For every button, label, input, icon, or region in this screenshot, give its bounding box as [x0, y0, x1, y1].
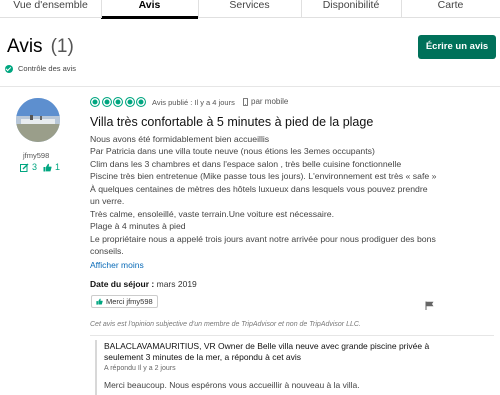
stay-date-label: Date du séjour :: [90, 279, 155, 289]
tab-services[interactable]: Services: [198, 0, 301, 18]
response-indent-bar: [95, 340, 97, 395]
review-text-line: Plage à 4 minutes à pied: [90, 221, 186, 231]
avatar-photo: [16, 98, 60, 142]
thank-reviewer-button[interactable]: Merci jfmy598: [91, 295, 158, 308]
response-title-line: seulement 3 minutes de la mer, a répondu…: [104, 352, 302, 362]
rating-bubble: [113, 97, 123, 107]
thumbs-up-icon: [43, 163, 52, 171]
review-count: (1): [50, 36, 74, 57]
tab-separator: [301, 0, 302, 18]
tab-separator: [198, 0, 199, 18]
stay-date-value: mars 2019: [156, 279, 197, 289]
contribution-count: 3: [32, 162, 38, 172]
show-less-link[interactable]: Afficher moins: [90, 260, 144, 270]
published-date: Avis publié : Il y a 4 jours: [152, 98, 235, 107]
response-text: Merci beaucoup. Nous espérons vous accue…: [104, 380, 360, 390]
rating-bubbles: [90, 97, 146, 107]
review-text-line: conseils.: [90, 246, 124, 256]
avatar[interactable]: [16, 98, 60, 142]
tab-availability[interactable]: Disponibilité: [301, 0, 401, 18]
review-text-line: Nous avons été formidablement bien accue…: [90, 134, 270, 144]
review-control-link[interactable]: Contrôle des avis: [5, 64, 76, 73]
tab-separator: [401, 0, 402, 18]
review-disclaimer: Cet avis est l'opinion subjective d'un m…: [90, 321, 361, 328]
review-text-line: un verre.: [90, 196, 125, 206]
response-date: A répondu Il y a 2 jours: [104, 365, 176, 372]
write-review-button[interactable]: Écrire un avis: [418, 35, 496, 59]
rating-bubble: [101, 97, 112, 107]
mobile-phone-icon: [243, 97, 248, 106]
tab-map[interactable]: Carte: [401, 0, 500, 18]
review-text-line: À quelques centaines de mètres des hôtel…: [90, 184, 428, 194]
tab-reviews[interactable]: Avis: [101, 0, 198, 19]
rating-bubble: [136, 97, 146, 107]
thumbs-up-icon: [96, 298, 103, 305]
check-circle-icon: [5, 64, 13, 73]
mobile-label-text: par mobile: [251, 97, 289, 106]
report-flag-icon[interactable]: [425, 297, 434, 315]
review-text-line: Clim dans les 3 chambres et dans l'espac…: [90, 159, 402, 169]
tab-overview[interactable]: Vue d'ensemble: [0, 0, 101, 18]
rating-bubble: [90, 97, 100, 107]
reviewer-name[interactable]: jfmy598: [23, 151, 49, 160]
divider: [90, 335, 494, 336]
tab-separator: [101, 0, 102, 18]
review-text-line: Très calme, ensoleillé, vaste terrain.Un…: [90, 209, 335, 219]
reviewer-stats: 3 1: [20, 162, 60, 172]
edit-icon: [20, 163, 29, 172]
mobile-label: par mobile: [243, 97, 288, 106]
rating-bubble: [124, 97, 135, 107]
page-title: Avis (1): [7, 36, 74, 58]
review-text-line: Le propriétaire nous a appelé trois jour…: [90, 234, 436, 244]
review-control-label: Contrôle des avis: [18, 64, 76, 73]
divider: [0, 86, 500, 87]
stay-date: Date du séjour : mars 2019: [90, 279, 197, 289]
response-title-line: BALACLAVAMAURITIUS, VR Owner de Belle vi…: [104, 341, 430, 351]
review-title[interactable]: Villa très confortable à 5 minutes à pie…: [90, 115, 373, 129]
review-text-line: Piscine très bien entretenue (Mike passe…: [90, 171, 437, 181]
helpful-vote-count: 1: [55, 162, 61, 172]
thank-reviewer-label: Merci jfmy598: [106, 297, 153, 306]
page-title-text: Avis: [7, 36, 43, 57]
tab-bar: Vue d'ensemble Avis Services Disponibili…: [0, 0, 500, 19]
review-text-line: Par Patricia dans une villa toute neuve …: [90, 146, 375, 156]
